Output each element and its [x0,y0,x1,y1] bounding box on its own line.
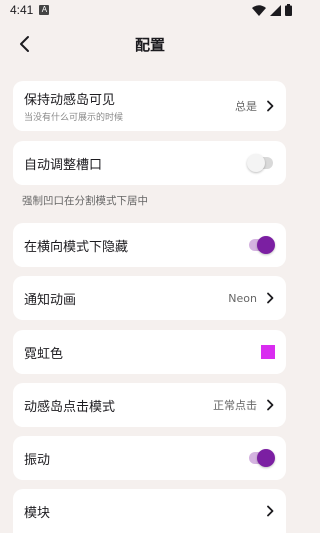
signal-icon [270,4,281,16]
vibration-right [247,448,275,468]
island-visibility-right: 总是 [235,98,275,114]
notification-animation-value: Neon [228,291,257,305]
arrow-back-icon [20,36,29,52]
modules-setting[interactable]: 模块 [13,489,286,533]
notification-animation-setting[interactable]: 通知动画 Neon [13,276,286,320]
hide-landscape-setting[interactable]: 在横向模式下隐藏 [13,223,286,267]
island-visibility-label: 保持动感岛可见 [24,93,116,108]
chevron-right-icon [267,292,274,304]
modules-right [265,505,275,517]
chevron-right-icon [267,100,274,112]
click-mode-value: 正常点击 [213,399,257,412]
back-button[interactable] [10,30,38,58]
hide-landscape-right [247,235,275,255]
neon-color-setting[interactable]: 霓虹色 [13,330,286,374]
auto-notch-switch[interactable] [247,153,275,173]
auto-notch-helper-text: 强制凹口在分割模式下居中 [22,195,148,207]
vibration-setting[interactable]: 振动 [13,436,286,480]
island-visibility-subtitle: 当没有什么可展示的时候 [24,113,124,123]
island-visibility-text: 保持动感岛可见 当没有什么可展示的时候 [24,89,123,123]
auto-notch-setting[interactable]: 自动调整槽口 [13,141,286,185]
neon-color-label: 霓虹色 [24,346,64,362]
page-title: 配置 [134,35,165,54]
click-mode-setting[interactable]: 动感岛点击模式 正常点击 [13,383,286,427]
island-visibility-setting[interactable]: 保持动感岛可见 当没有什么可展示的时候 总是 [13,81,286,131]
chevron-right-icon [267,399,274,411]
hide-landscape-label: 在横向模式下隐藏 [24,239,129,255]
vibration-switch[interactable] [247,448,275,468]
click-mode-label: 动感岛点击模式 [24,399,116,415]
neon-color-right [261,345,275,359]
switch-thumb [257,236,275,254]
battery-icon [285,4,292,16]
switch-thumb [247,154,265,172]
neon-color-swatch[interactable] [261,345,275,359]
switch-thumb [257,449,275,467]
app-header: 配置 [0,24,300,64]
chevron-right-icon [267,505,274,517]
notification-animation-right: Neon [228,292,275,305]
status-time: 4:41 [10,3,34,17]
status-icons [252,4,292,16]
click-mode-right: 正常点击 [213,397,275,413]
notification-animation-label: 通知动画 [24,292,77,308]
auto-notch-right [247,153,275,173]
status-bar: 4:41 A [0,0,300,20]
auto-notch-label: 自动调整槽口 [24,157,103,173]
notification-icon: A [39,5,50,15]
wifi-icon [252,4,266,16]
modules-label: 模块 [24,505,51,521]
vibration-label: 振动 [24,452,51,468]
hide-landscape-switch[interactable] [247,235,275,255]
island-visibility-value: 总是 [235,100,257,113]
